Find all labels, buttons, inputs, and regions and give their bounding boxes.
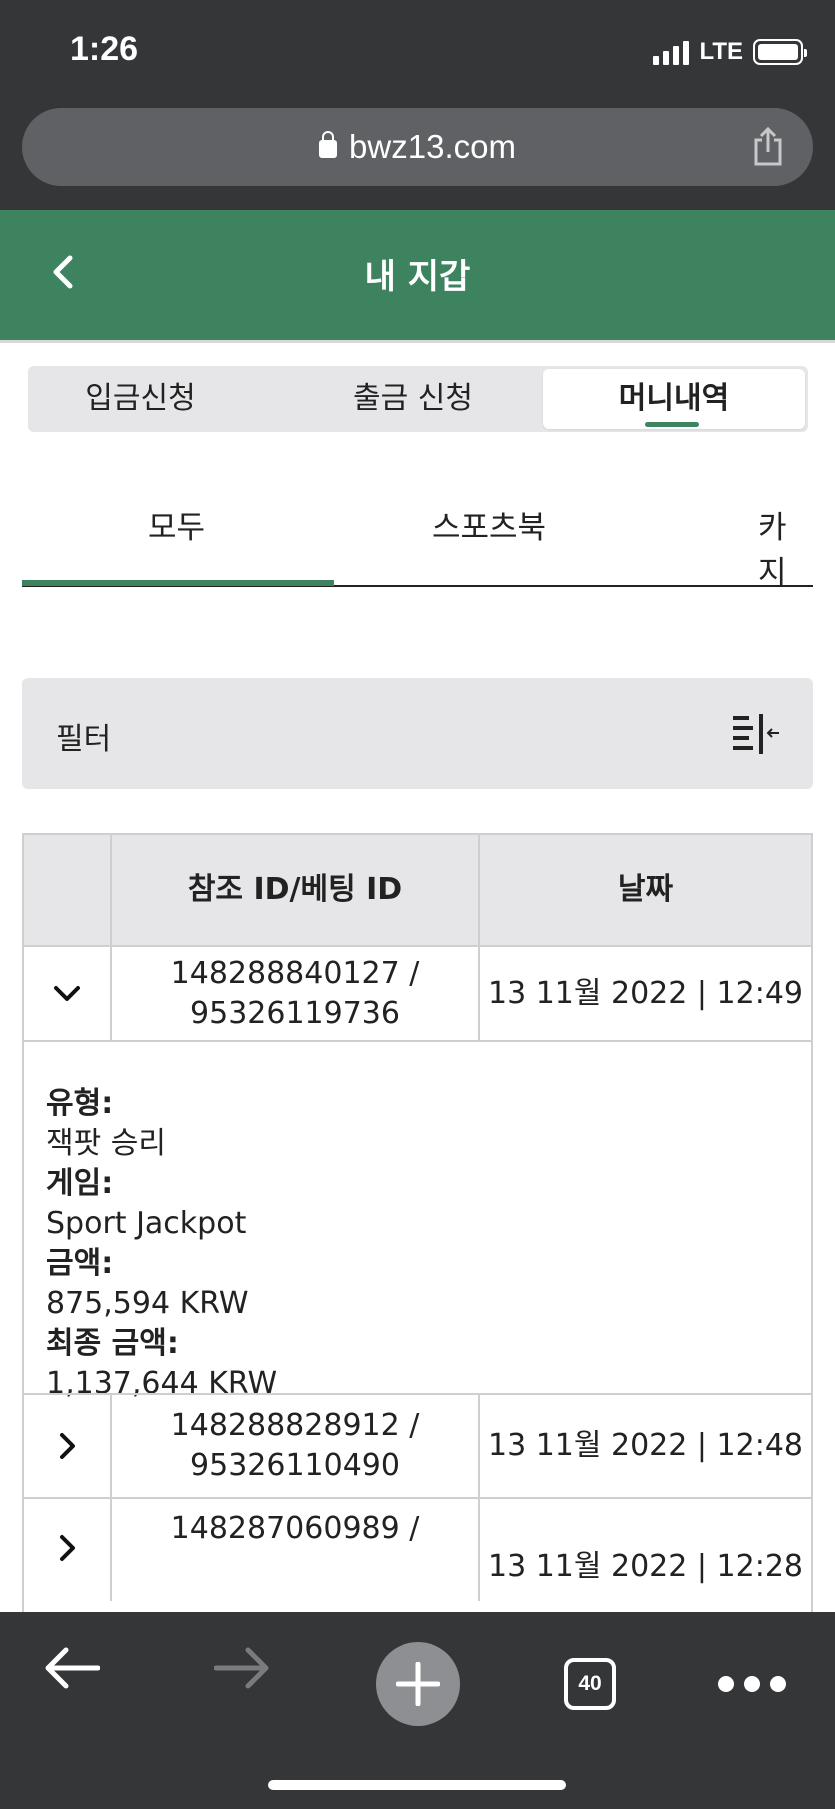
status-bar: 1:26 LTE	[0, 0, 835, 100]
category-tabs: 모두 스포츠북 카지	[22, 470, 813, 588]
url-text: bwz13.com	[349, 128, 516, 165]
url-display[interactable]: bwz13.com	[22, 108, 813, 186]
status-time: 1:26	[70, 30, 139, 68]
detail-content: 유형: 잭팟 승리 게임: Sport Jackpot 금액: 875,594 …	[46, 1084, 277, 1404]
expand-toggle[interactable]	[24, 1499, 112, 1601]
table-header-row: 참조 ID/베팅 ID 날짜	[24, 833, 811, 945]
collapse-toggle[interactable]	[24, 947, 112, 1040]
chevron-down-icon	[54, 985, 80, 1001]
table-row[interactable]: 148288828912 /95326110490 13 11월 2022 | …	[24, 1393, 811, 1497]
home-indicator	[268, 1780, 566, 1790]
filter-bar[interactable]: 필터	[22, 678, 813, 789]
table-row[interactable]: 148288840127 /95326119736 13 11월 2022 | …	[24, 945, 811, 1040]
browser-address-area: bwz13.com	[0, 100, 835, 210]
table-row[interactable]: 148287060989 / 13 11월 2022 | 12:28	[24, 1497, 811, 1601]
forward-arrow-icon[interactable]	[214, 1646, 270, 1690]
row-date: 13 11월 2022 | 12:49	[487, 975, 803, 1011]
tab-casino[interactable]: 카지	[758, 502, 813, 588]
detail-final-amount-label: 최종 금액:	[46, 1326, 179, 1361]
detail-amount-value: 875,594 KRW	[46, 1286, 249, 1321]
new-tab-button[interactable]	[376, 1642, 460, 1726]
header-divider	[0, 340, 835, 343]
signal-icon	[653, 39, 690, 65]
row-ref-id: 148288840127 /95326119736	[112, 947, 480, 1040]
row-date: 13 11월 2022 | 12:48	[487, 1428, 803, 1463]
more-icon[interactable]	[718, 1676, 786, 1692]
detail-type-value: 잭팟 승리	[46, 1126, 166, 1161]
row-ref-id: 148288828912 /95326110490	[112, 1395, 480, 1497]
back-arrow-icon[interactable]	[44, 1646, 100, 1690]
chevron-right-icon	[60, 1535, 75, 1561]
header-expand-col	[24, 835, 112, 945]
filter-label: 필터	[56, 722, 112, 757]
chevron-right-icon	[60, 1433, 75, 1459]
detail-type-label: 유형:	[46, 1086, 114, 1121]
row-date: 13 11월 2022 | 12:28	[487, 1549, 803, 1584]
segment-money-history[interactable]: 머니내역	[543, 369, 805, 429]
tabs-button[interactable]: 40	[564, 1658, 616, 1710]
status-indicators: LTE	[653, 38, 807, 66]
plus-icon	[396, 1662, 440, 1706]
segment-withdraw[interactable]: 출금 신청	[288, 366, 538, 432]
tab-active-indicator	[22, 580, 334, 586]
row-ref-id: 148287060989 /	[112, 1499, 480, 1601]
expand-toggle[interactable]	[24, 1395, 112, 1497]
filter-icon[interactable]	[733, 714, 779, 754]
battery-icon	[753, 39, 807, 65]
lock-icon	[319, 131, 338, 158]
header-ref-id: 참조 ID/베팅 ID	[112, 835, 480, 945]
segment-deposit[interactable]: 입금신청	[28, 366, 253, 432]
row-detail-panel: 유형: 잭팟 승리 게임: Sport Jackpot 금액: 875,594 …	[24, 1040, 811, 1401]
detail-game-value: Sport Jackpot	[46, 1206, 247, 1241]
tab-all[interactable]: 모두	[148, 502, 205, 547]
app-header: 내 지갑	[0, 210, 835, 340]
detail-amount-label: 금액:	[46, 1246, 114, 1281]
detail-game-label: 게임:	[46, 1166, 114, 1201]
tab-sportsbook[interactable]: 스포츠북	[432, 502, 546, 547]
page-title: 내 지갑	[364, 257, 471, 297]
share-icon[interactable]	[751, 126, 785, 166]
header-date: 날짜	[617, 872, 674, 907]
network-type: LTE	[699, 38, 743, 65]
segment-active-indicator	[645, 422, 699, 427]
address-bar[interactable]: bwz13.com	[22, 108, 813, 186]
money-history-table: 참조 ID/베팅 ID 날짜 148288840127 /95326119736…	[22, 833, 813, 1613]
